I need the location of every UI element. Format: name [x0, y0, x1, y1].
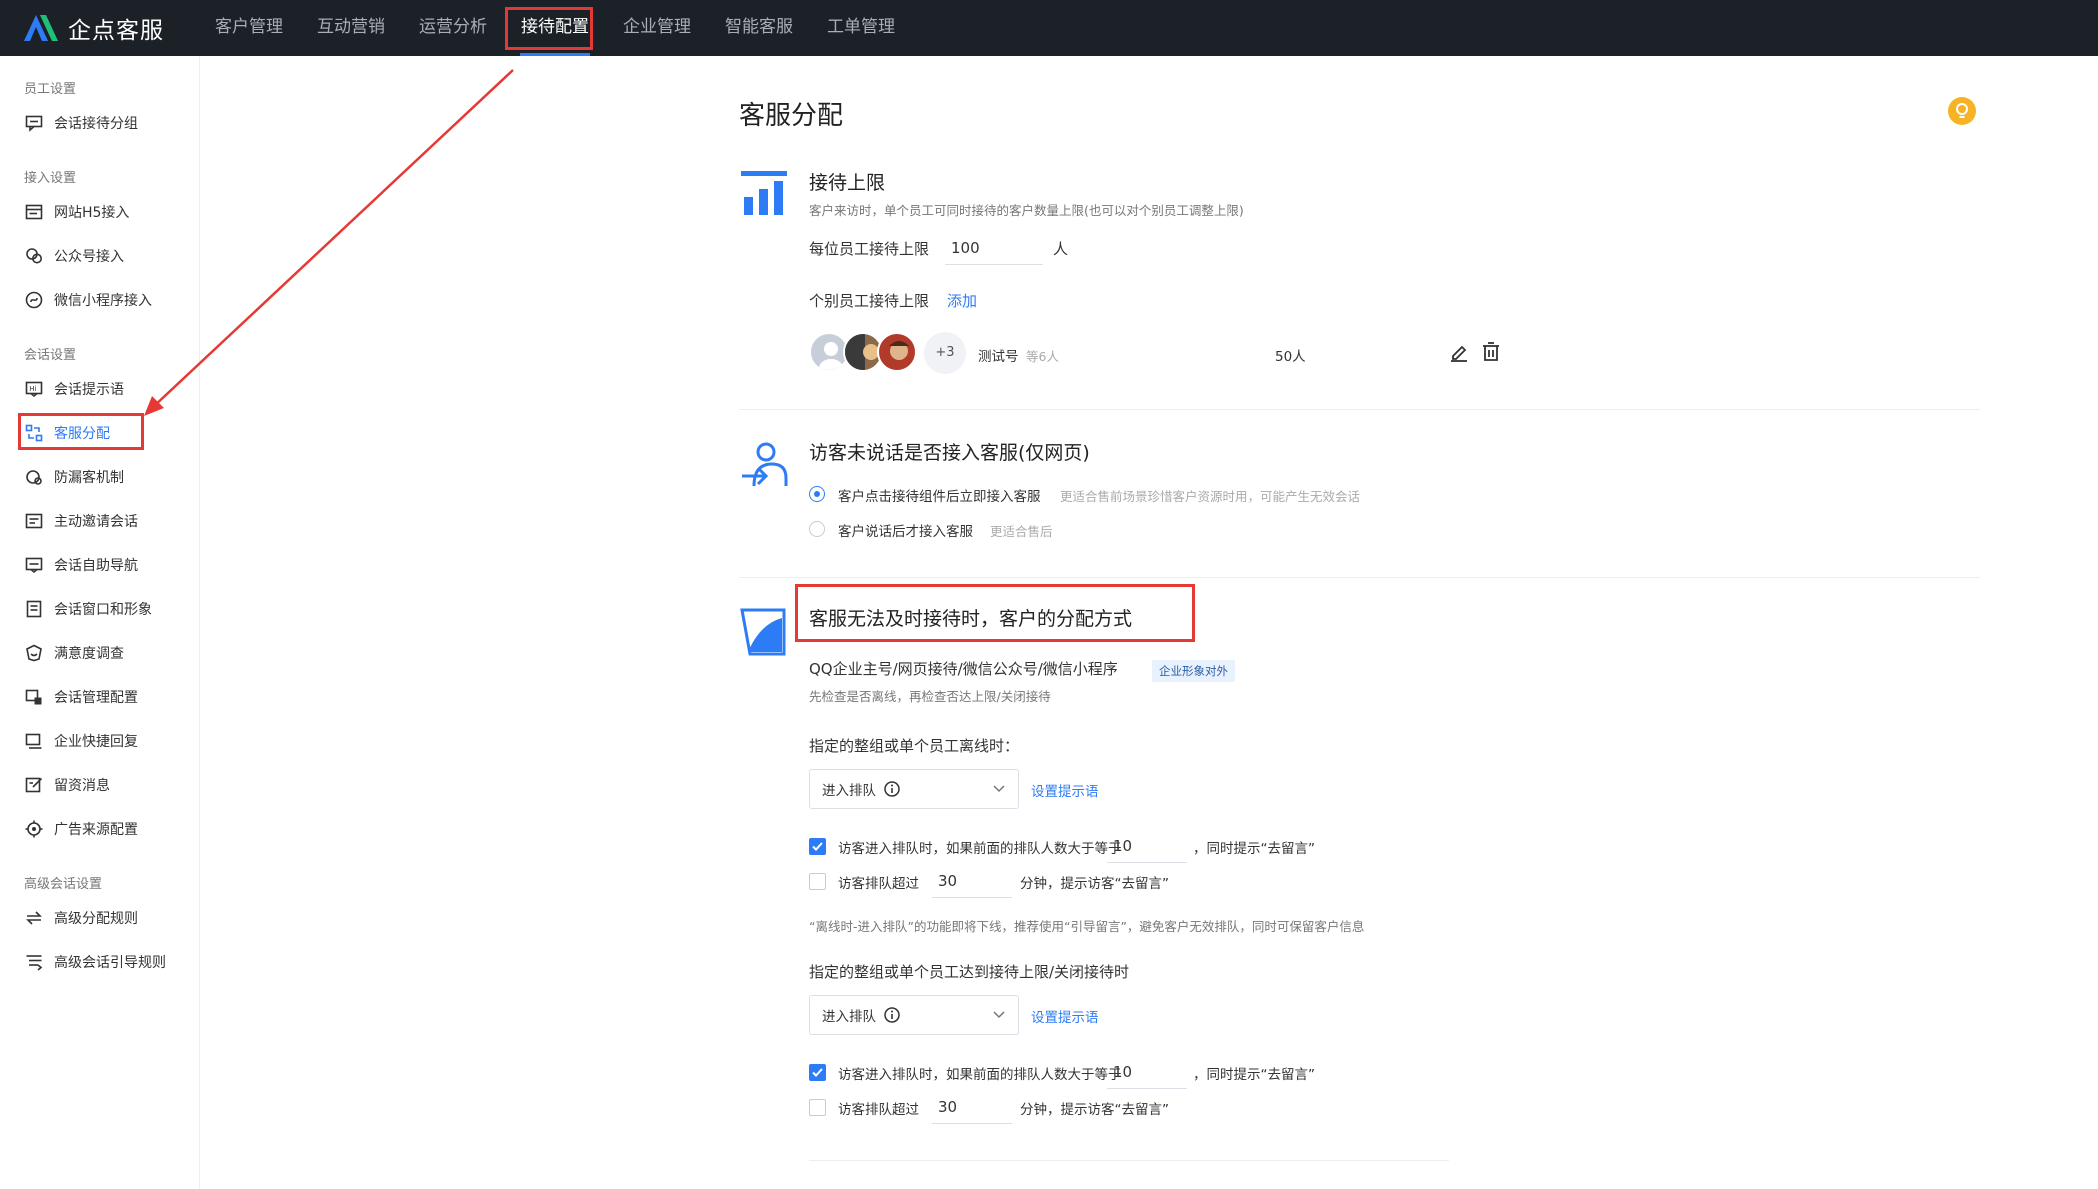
annotation-arrow — [144, 69, 514, 416]
